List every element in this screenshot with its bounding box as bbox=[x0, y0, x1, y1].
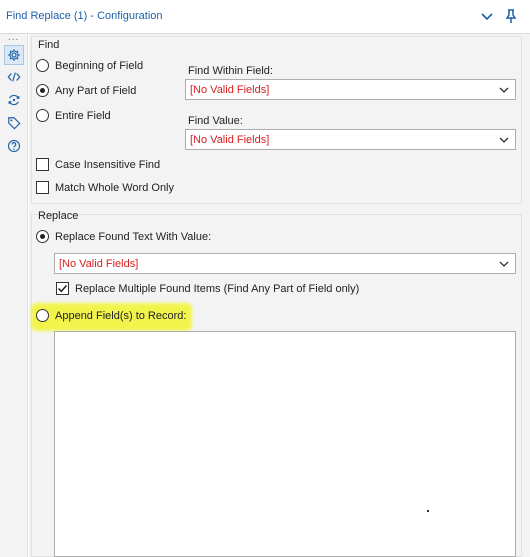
find-value-select[interactable]: [No Valid Fields] bbox=[185, 129, 516, 150]
find-within-field-label: Find Within Field: bbox=[188, 65, 273, 77]
replace-multiple-checkbox[interactable]: Replace Multiple Found Items (Find Any P… bbox=[56, 282, 359, 295]
replace-value-select[interactable]: [No Valid Fields] bbox=[54, 253, 516, 274]
case-insensitive-checkbox[interactable]: Case Insensitive Find bbox=[36, 158, 160, 171]
pin-icon[interactable] bbox=[503, 8, 519, 24]
help-icon[interactable] bbox=[4, 136, 24, 156]
chevron-down-icon bbox=[499, 86, 509, 94]
radio-any-part-of-field[interactable]: Any Part of Field bbox=[36, 84, 136, 97]
checkbox-label: Case Insensitive Find bbox=[55, 158, 161, 171]
checkmark-icon bbox=[57, 284, 68, 293]
radio-entire-field[interactable]: Entire Field bbox=[36, 109, 111, 122]
select-value: [No Valid Fields] bbox=[190, 84, 270, 96]
find-group-title: Find bbox=[38, 39, 60, 51]
chevron-down-icon[interactable] bbox=[479, 8, 495, 24]
checkbox-label: Match Whole Word Only bbox=[55, 181, 175, 194]
radio-label: Any Part of Field bbox=[55, 84, 137, 97]
radio-beginning-of-field[interactable]: Beginning of Field bbox=[36, 59, 143, 72]
replace-group-title: Replace bbox=[38, 210, 79, 222]
radio-circle[interactable] bbox=[36, 59, 49, 72]
radio-label: Entire Field bbox=[55, 109, 111, 122]
gear-icon[interactable] bbox=[4, 45, 24, 65]
radio-label: Replace Found Text With Value: bbox=[55, 230, 212, 243]
tag-icon[interactable] bbox=[4, 113, 24, 133]
chevron-down-icon bbox=[499, 136, 509, 144]
radio-label: Append Field(s) to Record: bbox=[55, 309, 187, 322]
radio-circle[interactable] bbox=[36, 309, 49, 322]
radio-replace-found-text[interactable]: Replace Found Text With Value: bbox=[36, 230, 211, 243]
append-fields-list[interactable] bbox=[54, 331, 516, 557]
radio-label: Beginning of Field bbox=[55, 59, 144, 72]
checkbox-label: Replace Multiple Found Items (Find Any P… bbox=[75, 282, 360, 295]
connection-icon[interactable] bbox=[4, 90, 24, 110]
stray-dot bbox=[427, 510, 429, 512]
checkbox-box[interactable] bbox=[56, 282, 69, 295]
checkbox-box[interactable] bbox=[36, 181, 49, 194]
config-sidebar: ... bbox=[0, 33, 28, 557]
code-icon[interactable] bbox=[4, 67, 24, 87]
find-value-label: Find Value: bbox=[188, 115, 243, 127]
select-value: [No Valid Fields] bbox=[59, 258, 139, 270]
radio-append-fields[interactable]: Append Field(s) to Record: bbox=[36, 309, 186, 322]
title-bar: Find Replace (1) - Configuration bbox=[0, 0, 530, 34]
checkbox-box[interactable] bbox=[36, 158, 49, 171]
window-title: Find Replace (1) - Configuration bbox=[6, 10, 163, 22]
chevron-down-icon bbox=[499, 260, 509, 268]
find-within-field-select[interactable]: [No Valid Fields] bbox=[185, 79, 516, 100]
whole-word-checkbox[interactable]: Match Whole Word Only bbox=[36, 181, 174, 194]
radio-circle[interactable] bbox=[36, 230, 49, 243]
more-dots[interactable]: ... bbox=[8, 33, 19, 43]
select-value: [No Valid Fields] bbox=[190, 134, 270, 146]
radio-circle[interactable] bbox=[36, 109, 49, 122]
radio-circle[interactable] bbox=[36, 84, 49, 97]
